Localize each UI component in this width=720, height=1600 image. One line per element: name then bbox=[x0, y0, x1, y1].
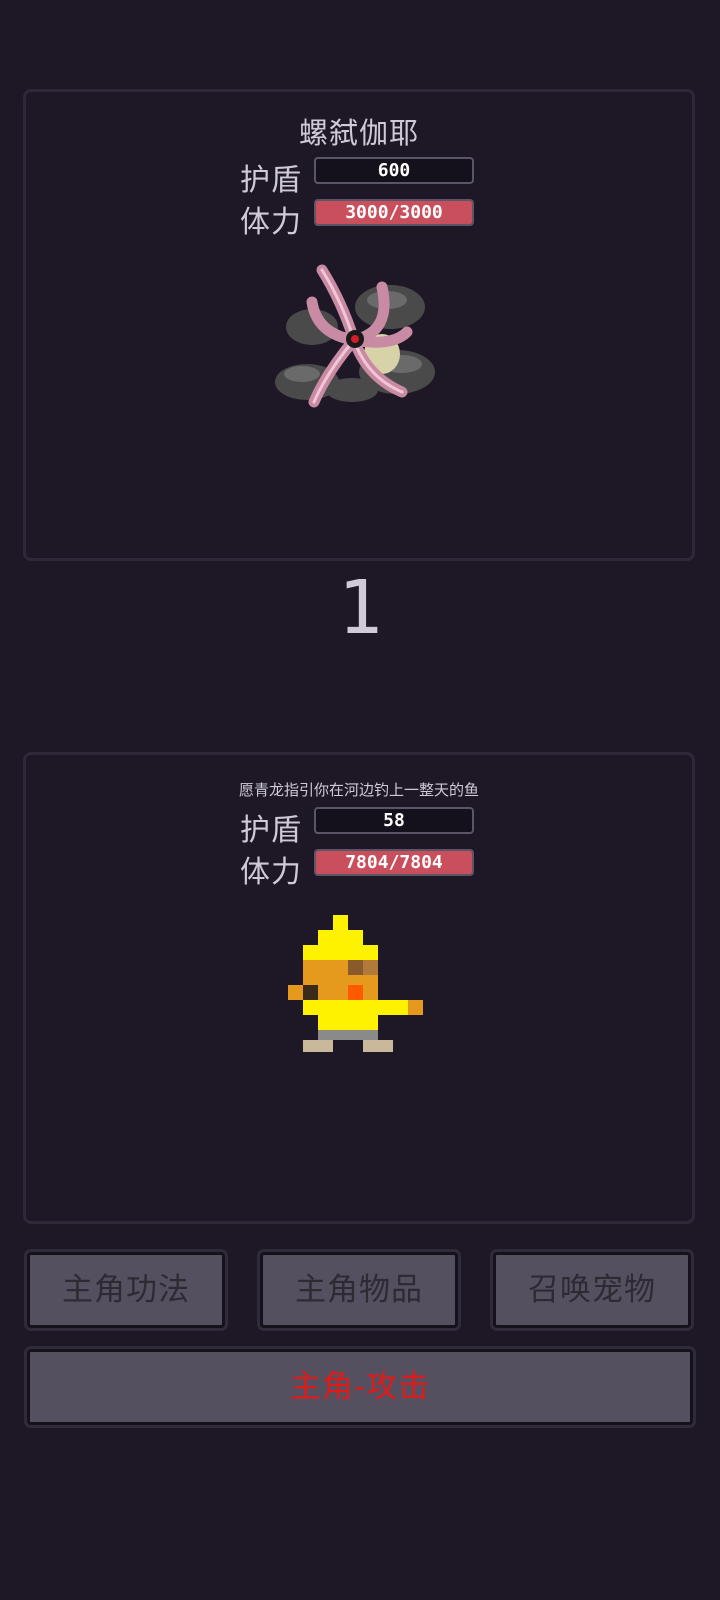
player-sprite bbox=[288, 915, 423, 1052]
summon-pet-button[interactable]: 召唤宠物 bbox=[490, 1249, 694, 1331]
player-hp-label: 体力 bbox=[240, 855, 302, 890]
player-shield-label: 护盾 bbox=[240, 813, 302, 848]
enemy-panel: 螺弑伽耶 护盾 600 体力 3000/3000 bbox=[23, 89, 695, 561]
enemy-shield-bar: 600 bbox=[314, 157, 474, 184]
enemy-hp-label: 体力 bbox=[240, 205, 302, 240]
enemy-hp-value: 3000/3000 bbox=[345, 202, 443, 223]
enemy-sprite bbox=[275, 264, 435, 408]
player-shield-value: 58 bbox=[383, 810, 405, 831]
player-panel: 愿青龙指引你在河边钓上一整天的鱼 护盾 58 体力 7804/7804 bbox=[23, 752, 695, 1224]
enemy-name: 螺弑伽耶 bbox=[298, 116, 419, 150]
round-counter: 1 bbox=[337, 565, 383, 651]
attack-button[interactable]: 主角-攻击 bbox=[24, 1346, 696, 1428]
enemy-shield-label: 护盾 bbox=[240, 163, 302, 198]
enemy-hp-bar: 3000/3000 bbox=[314, 199, 474, 226]
items-button[interactable]: 主角物品 bbox=[257, 1249, 461, 1331]
player-name: 愿青龙指引你在河边钓上一整天的鱼 bbox=[238, 781, 479, 799]
player-hp-bar: 7804/7804 bbox=[314, 849, 474, 876]
player-shield-bar: 58 bbox=[314, 807, 474, 834]
enemy-shield-value: 600 bbox=[377, 160, 411, 181]
player-hp-value: 7804/7804 bbox=[345, 852, 443, 873]
skills-button[interactable]: 主角功法 bbox=[24, 1249, 228, 1331]
